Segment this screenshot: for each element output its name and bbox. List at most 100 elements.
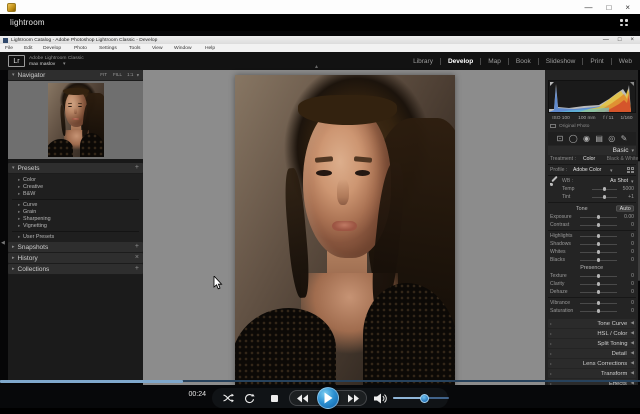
collapse-triangle-icon[interactable]: ▾: [12, 72, 15, 78]
expand-triangle-icon[interactable]: ▸: [18, 223, 20, 229]
white-balance-eyedropper-icon[interactable]: [550, 177, 558, 186]
right-panel-header[interactable]: ▸ Tone Curve ◀: [548, 319, 636, 328]
radial-filter-icon[interactable]: ◎: [608, 135, 615, 143]
slider-track[interactable]: [580, 244, 617, 245]
left-panel-header[interactable]: ▸ Collections +: [8, 264, 143, 274]
tab-library[interactable]: Library: [413, 58, 433, 65]
expand-triangle-icon[interactable]: ▸: [18, 202, 20, 208]
slider-thumb[interactable]: [597, 309, 601, 313]
see-more-icon[interactable]: [620, 19, 628, 26]
expand-triangle-icon[interactable]: ▸: [18, 234, 20, 240]
menu-item[interactable]: View: [152, 46, 163, 51]
collapse-triangle-icon[interactable]: ◀: [631, 320, 634, 326]
navigator-panel-header[interactable]: ▾ Navigator FIT FILL 1:1 ▾: [8, 70, 143, 80]
panel-action-button[interactable]: +: [135, 244, 139, 250]
right-panel-header[interactable]: ▸ HSL / Color ◀: [548, 329, 636, 338]
account-name[interactable]: max maslov: [29, 61, 55, 66]
collapse-triangle-icon[interactable]: ▸: [12, 255, 15, 261]
slider-track[interactable]: [580, 276, 617, 277]
heal-icon[interactable]: ◯: [569, 135, 578, 143]
preset-item[interactable]: ▸ Creative: [8, 183, 143, 190]
slider-thumb[interactable]: [597, 250, 601, 254]
treatment-bw-option[interactable]: Black & White: [606, 156, 638, 161]
volume-slider[interactable]: [393, 397, 449, 399]
graduated-filter-icon[interactable]: ▤: [595, 135, 603, 143]
auto-tone-button[interactable]: Auto: [616, 205, 634, 211]
wb-select[interactable]: As Shot: [610, 178, 628, 183]
treatment-color-option[interactable]: Color: [583, 156, 595, 161]
slider-thumb[interactable]: [597, 301, 601, 305]
left-panel-header[interactable]: ▸ History ×: [8, 253, 143, 263]
video-frame[interactable]: Lightroom Catalog - Adobe Photoshop Ligh…: [0, 31, 640, 408]
preset-item[interactable]: ▸ Sharpening: [8, 215, 143, 222]
menu-item[interactable]: Settings: [99, 46, 117, 51]
left-panel-header[interactable]: ▸ Snapshots +: [8, 242, 143, 252]
profile-select[interactable]: Adobe Color: [573, 167, 601, 172]
menu-item[interactable]: Window: [174, 46, 192, 51]
top-panel-collapse-icon[interactable]: ▴: [315, 65, 318, 69]
slider-thumb[interactable]: [597, 242, 601, 246]
slider-track[interactable]: [580, 225, 617, 226]
tab-slideshow[interactable]: Slideshow: [546, 58, 576, 65]
tab-web[interactable]: Web: [619, 58, 632, 65]
right-panel-header[interactable]: ▸ Split Toning ◀: [548, 339, 636, 348]
tab-map[interactable]: Map: [488, 58, 501, 65]
preset-item[interactable]: ▸ Grain: [8, 208, 143, 215]
slider-thumb[interactable]: [597, 290, 601, 294]
slider-track[interactable]: [580, 284, 617, 285]
highlight-clipping-icon[interactable]: [630, 82, 634, 86]
zoom-caret-icon[interactable]: ▾: [137, 72, 139, 77]
expand-triangle-icon[interactable]: ▸: [18, 177, 20, 183]
crop-icon[interactable]: ⊡: [557, 135, 564, 143]
collapse-triangle-icon[interactable]: ◀: [631, 340, 634, 346]
expand-triangle-icon[interactable]: ▸: [18, 191, 20, 197]
slider-track[interactable]: [580, 252, 617, 253]
menu-item[interactable]: Tools: [129, 46, 140, 51]
shadow-clipping-icon[interactable]: [550, 82, 554, 86]
preset-item[interactable]: ▸ Vignetting: [8, 222, 143, 229]
collapse-triangle-icon[interactable]: ▸: [12, 266, 15, 272]
slider-track[interactable]: [592, 189, 617, 190]
slider-thumb[interactable]: [603, 195, 607, 199]
volume-handle[interactable]: [420, 394, 429, 403]
tab-book[interactable]: Book: [516, 58, 531, 65]
photo[interactable]: [235, 75, 455, 385]
collapse-triangle-icon[interactable]: ▾: [631, 148, 634, 154]
seek-bar-progress[interactable]: [0, 380, 183, 383]
menu-item[interactable]: Photo: [74, 46, 87, 51]
presets-panel-header[interactable]: ▾ Presets +: [8, 163, 143, 173]
stop-icon[interactable]: [265, 395, 283, 402]
maximize-button[interactable]: □: [606, 3, 611, 12]
preset-item[interactable]: ▸ Curve: [8, 201, 143, 208]
menu-item[interactable]: Help: [205, 46, 215, 51]
profile-browser-icon[interactable]: [627, 167, 634, 173]
collapse-triangle-icon[interactable]: ▸: [12, 244, 15, 250]
play-icon[interactable]: [317, 387, 339, 409]
right-panel-header[interactable]: ▸ Lens Corrections ◀: [548, 359, 636, 368]
panel-action-button[interactable]: +: [135, 266, 139, 272]
expand-triangle-icon[interactable]: ▸: [18, 184, 20, 190]
menu-item[interactable]: File: [5, 46, 13, 51]
preset-item[interactable]: ▸ B&W: [8, 190, 143, 197]
slider-thumb[interactable]: [597, 274, 601, 278]
close-button[interactable]: ×: [625, 3, 630, 12]
red-eye-icon[interactable]: ◉: [583, 135, 590, 143]
collapse-triangle-icon[interactable]: ◀: [631, 370, 634, 376]
preset-item[interactable]: ▸ User Presets: [8, 233, 143, 240]
slider-track[interactable]: [580, 311, 617, 312]
zoom-fit[interactable]: FIT: [100, 73, 107, 78]
minimize-button[interactable]: —: [584, 3, 592, 12]
add-preset-button[interactable]: +: [135, 165, 139, 171]
tab-develop[interactable]: Develop: [448, 58, 473, 65]
slider-track[interactable]: [580, 292, 617, 293]
histogram[interactable]: [548, 80, 636, 113]
collapse-triangle-icon[interactable]: ◀: [631, 360, 634, 366]
chevron-down-icon[interactable]: ▾: [610, 167, 613, 173]
slider-thumb[interactable]: [597, 215, 601, 219]
right-panel-header[interactable]: ▸ Detail ◀: [548, 349, 636, 358]
repeat-icon[interactable]: [241, 393, 257, 404]
navigator-preview[interactable]: [8, 81, 143, 159]
right-panel-header[interactable]: ▸ Transform ◀: [548, 369, 636, 378]
volume-icon[interactable]: [373, 393, 387, 404]
expand-triangle-icon[interactable]: ▸: [18, 209, 20, 215]
